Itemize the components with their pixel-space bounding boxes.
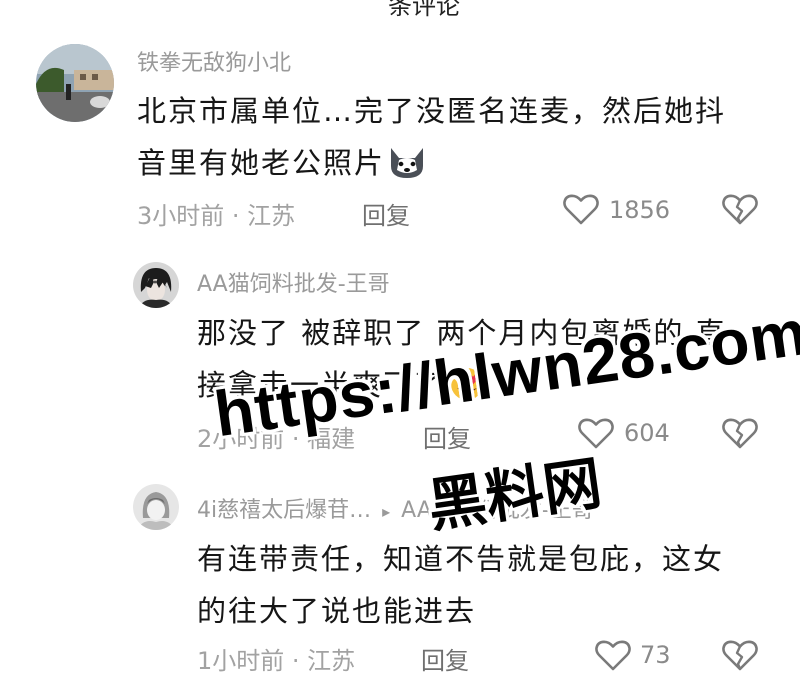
broken-heart-icon[interactable] [722,418,758,454]
comment-text-line: 那没了 被辞职了 两个月内包离婚的 直 [197,316,727,350]
like-count: 73 [640,641,671,669]
avatar[interactable] [133,262,179,308]
heart-outline-icon[interactable] [563,194,599,230]
comment-username[interactable]: 铁拳无敌狗小北 [137,45,291,77]
comment-text-line: 北京市属单位…完了没匿名连麦，然后她抖 [137,94,727,128]
broken-heart-icon[interactable] [722,194,758,230]
like-count: 604 [624,419,670,447]
comment-text-segment: 音里有她老公照片 [137,146,386,180]
comment-text-line: 音里有她老公照片 [137,140,427,187]
comment-count-header: 条评论 [388,0,460,20]
broken-heart-icon[interactable] [722,640,758,676]
heart-outline-icon[interactable] [595,640,631,676]
comment-username[interactable]: AA猫饲料批发-王哥 [197,266,390,298]
comment-meta: 2小时前 · 福建 [197,425,356,453]
comment-text-line: 接拿走一半爽飞了 [197,362,487,409]
comment-meta: 3小时前 · 江苏 [137,202,296,230]
commenter-name[interactable]: 4i慈禧太后爆苷… [197,498,371,523]
reply-button[interactable]: 回复 [362,196,410,231]
heart-eyes-emoji-icon [447,366,487,409]
reply-button[interactable]: 回复 [423,419,471,454]
reply-to-name[interactable]: AA猫饲料批发-王哥 [401,498,594,523]
avatar[interactable] [133,484,179,530]
comment-meta: 1小时前 · 江苏 [197,647,356,675]
heart-outline-icon[interactable] [578,418,614,454]
reply-arrow-icon: ▸ [382,502,391,521]
avatar[interactable] [36,44,114,122]
comment-text-segment: 接拿走一半爽飞了 [197,368,446,402]
like-count: 1856 [609,196,671,224]
comment-text-line: 有连带责任，知道不告就是包庇，这女 [197,542,725,576]
husky-emoji-icon [387,144,427,187]
reply-button[interactable]: 回复 [421,641,469,676]
comment-text-line: 的往大了说也能进去 [197,594,477,628]
comment-username: 4i慈禧太后爆苷… ▸ AA猫饲料批发-王哥 [197,492,594,524]
